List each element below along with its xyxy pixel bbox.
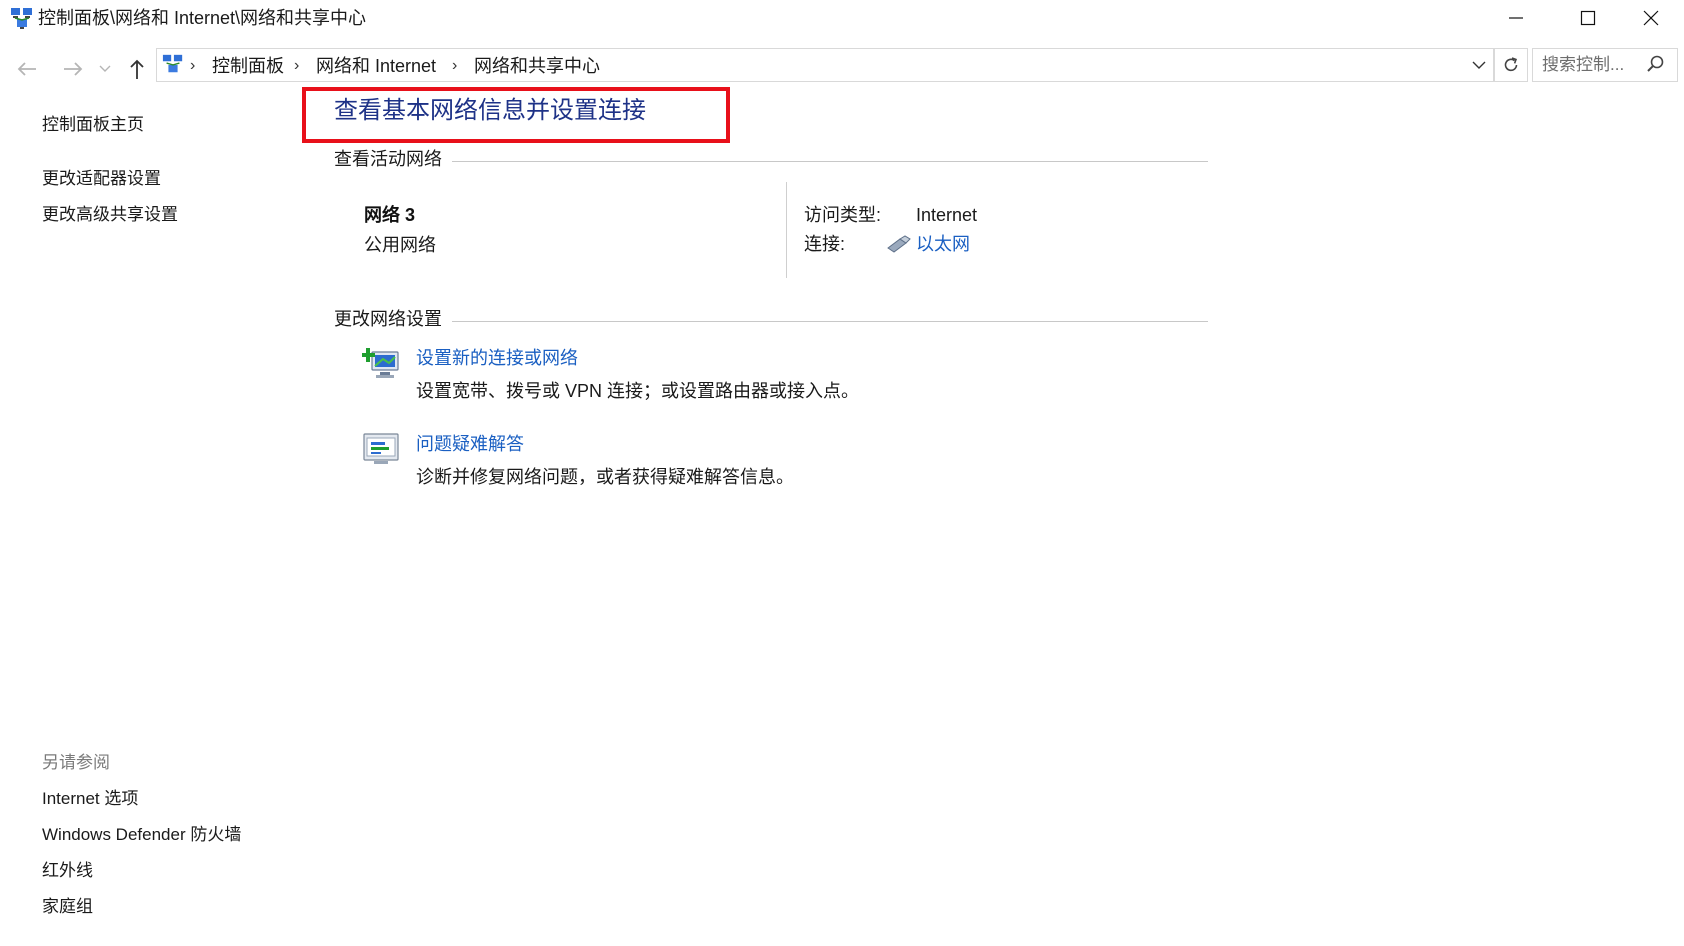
connections-label: 连接: [804,234,846,254]
network-sharing-icon [10,6,34,30]
active-networks-heading: 查看活动网络 [334,149,442,169]
setup-new-connection-link[interactable]: 设置新的连接或网络 [416,347,578,369]
change-advanced-sharing-link[interactable]: 更改高级共享设置 [42,204,178,226]
section-divider [452,321,1208,322]
setup-new-connection-description: 设置宽带、拨号或 VPN 连接；或设置路由器或接入点。 [416,381,860,401]
chevron-down-icon [1472,61,1486,69]
window-title: 控制面板\网络和 Internet\网络和共享中心 [38,8,367,28]
ethernet-icon [886,234,912,254]
breadcrumb-separator[interactable]: › [452,54,457,78]
control-panel-icon [162,53,184,75]
refresh-button[interactable] [1494,48,1528,82]
chevron-down-icon [99,65,111,72]
ethernet-connection-link[interactable]: 以太网 [916,233,970,255]
minimize-button[interactable] [1480,0,1552,36]
maximize-icon [1580,10,1596,26]
close-icon [1643,10,1659,26]
network-name: 网络 3 [364,205,416,225]
change-adapter-settings-link[interactable]: 更改适配器设置 [42,168,161,190]
refresh-icon [1504,57,1518,72]
minimize-icon [1509,17,1523,19]
maximize-button[interactable] [1552,0,1624,36]
arrow-right-icon [64,62,83,76]
troubleshoot-link[interactable]: 问题疑难解答 [416,433,524,455]
homegroup-link[interactable]: 家庭组 [42,896,93,918]
recent-locations-button[interactable] [94,52,116,86]
troubleshoot-icon [362,430,402,470]
access-type-value: Internet [916,205,978,225]
network-category: 公用网络 [364,235,436,255]
windows-defender-firewall-link[interactable]: Windows Defender 防火墙 [42,824,241,846]
search-icon[interactable] [1646,54,1668,76]
forward-button[interactable] [56,52,90,86]
arrow-up-icon [130,59,144,79]
control-panel-home-link[interactable]: 控制面板主页 [42,114,144,136]
access-type-label: 访问类型: [804,205,882,225]
network-info-divider [786,182,787,278]
up-button[interactable] [120,52,154,86]
troubleshoot-description: 诊断并修复网络问题，或者获得疑难解答信息。 [416,467,794,487]
change-network-settings-heading: 更改网络设置 [334,309,442,329]
breadcrumb-network-internet[interactable]: 网络和 Internet [316,54,436,78]
infrared-link[interactable]: 红外线 [42,860,93,882]
close-button[interactable] [1618,0,1684,36]
breadcrumb-separator[interactable]: › [294,54,299,78]
address-dropdown-button[interactable] [1466,49,1492,81]
arrow-left-icon [17,62,36,76]
breadcrumb-separator[interactable]: › [190,54,195,78]
section-divider [452,161,1208,162]
see-also-heading: 另请参阅 [42,753,110,772]
search-placeholder[interactable]: 搜索控制... [1542,54,1624,76]
new-connection-icon [361,344,402,384]
breadcrumb-network-sharing-center[interactable]: 网络和共享中心 [474,54,600,78]
breadcrumb-control-panel[interactable]: 控制面板 [212,54,284,78]
back-button[interactable] [10,52,44,86]
page-title: 查看基本网络信息并设置连接 [334,97,646,124]
internet-options-link[interactable]: Internet 选项 [42,788,138,810]
